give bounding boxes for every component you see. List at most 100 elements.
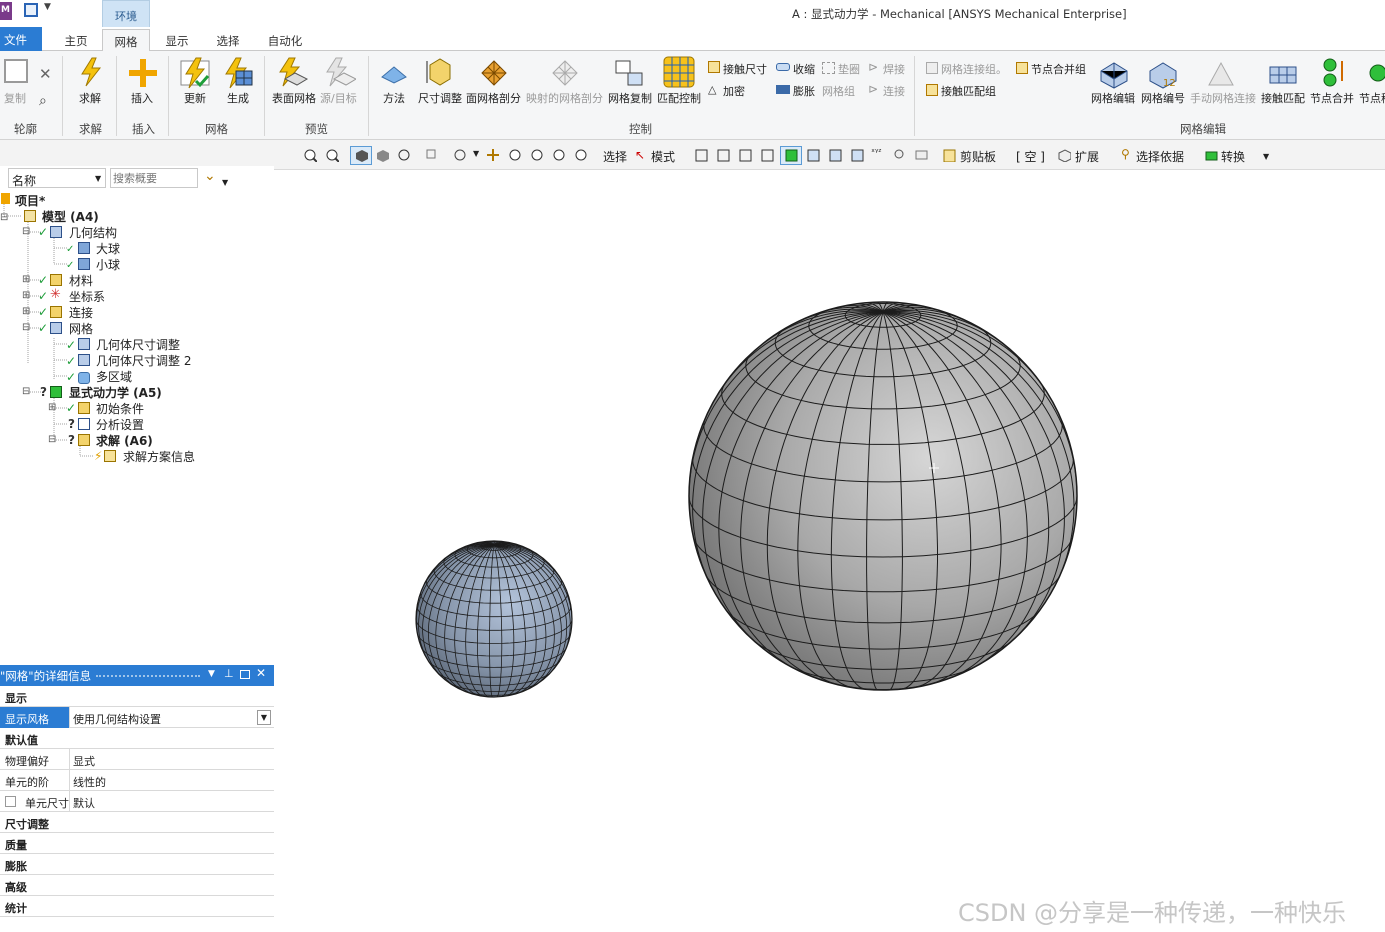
contact-match-button[interactable]: 接触匹配 [1261,90,1305,106]
details-section-defaults[interactable]: 默认值 [0,728,274,749]
contact-match-group-button[interactable]: 接触匹配组 [941,83,996,99]
select-mesh-icon[interactable] [807,149,820,162]
expand-icon[interactable]: ⊞ [22,290,30,301]
collapse-icon[interactable]: ⊟ [22,226,30,237]
inflation-button[interactable]: 膨胀 [793,83,815,99]
delete-icon[interactable]: ✕ [39,65,52,83]
search-icon[interactable]: ⌕ [39,93,47,109]
node-move-button[interactable]: 节点移 [1359,90,1385,106]
refresh-icon[interactable] [454,149,467,162]
mesh-copy-button[interactable]: 网格复制 [608,90,652,106]
tree-node-connections[interactable]: 连接 [69,304,93,321]
select-edge-icon[interactable] [717,149,730,162]
zoom-fit-icon[interactable] [509,149,522,162]
details-section-statistics[interactable]: 统计 [0,896,274,917]
chevron-down-icon[interactable]: ▼ [257,710,271,725]
tree-node-small-ball[interactable]: 小球 [96,256,120,273]
details-row-element-size[interactable]: 单元尺寸 默认 [0,791,274,812]
mesh-group-button[interactable]: 网格组 [822,83,855,99]
mesh-edit-button[interactable]: 网格编辑 [1091,90,1135,106]
tab-home[interactable]: 主页 [56,29,96,51]
mesh-connection-group-button[interactable]: 网格连接组。 [941,61,1007,77]
details-section-advanced[interactable]: 高级 [0,875,274,896]
magnifier-icon[interactable] [575,149,588,162]
xyz-icon[interactable]: ˣᵞᶻ [871,148,882,158]
tree-node-big-ball[interactable]: 大球 [96,240,120,257]
copy-button[interactable]: 复制 [4,90,26,106]
method-button[interactable]: 方法 [383,90,405,106]
insert-button[interactable]: 插入 [131,90,153,106]
box-select-icon[interactable] [426,149,439,162]
select-node-icon[interactable] [851,149,864,162]
source-target-button[interactable]: 源/目标 [320,90,357,106]
gasket-button[interactable]: 垫圈 [838,61,860,77]
save-icon[interactable] [24,3,38,17]
filter-dropdown-icon[interactable]: ▼ [222,178,228,187]
tree-node-materials[interactable]: 材料 [69,272,93,289]
element-size-checkbox[interactable] [5,796,16,807]
expand-icon[interactable]: ⊞ [22,306,30,317]
tab-automation[interactable]: 自动化 [262,29,308,51]
tree-node-multizone[interactable]: 多区域 [96,368,132,385]
mode-dropdown[interactable]: 模式 [651,148,675,165]
tree-node-explicit-dynamics[interactable]: 显式动力学 (A5) [69,384,162,401]
app-icon[interactable]: M [0,2,12,20]
search-options-chevron-icon[interactable]: ⌄ [204,168,216,184]
tree-node-coordinate-systems[interactable]: 坐标系 [69,288,105,305]
select-mesh-face-icon[interactable] [829,149,842,162]
search-outline-input[interactable] [110,168,198,188]
panel-drag-handle[interactable] [96,675,200,677]
shaded-view-icon[interactable] [376,149,389,162]
zoom-select-icon[interactable] [553,149,566,162]
small-ball-body[interactable] [415,540,573,698]
extend-dropdown[interactable]: 扩展 [1075,148,1099,165]
collapse-icon[interactable]: ⊟ [22,386,30,397]
tree-node-sizing-1[interactable]: 几何体尺寸调整 [96,336,180,353]
maximize-icon[interactable] [240,670,250,679]
convert-dropdown[interactable]: 转换 [1221,148,1245,165]
select-by-icon[interactable]: ⚲ [1121,147,1130,161]
tab-display[interactable]: 显示 [158,29,196,51]
mesh-numbering-button[interactable]: 网格编号 [1141,90,1185,106]
details-section-inflation[interactable]: 膨胀 [0,854,274,875]
zoom-out-icon[interactable] [326,149,339,162]
extend-icon[interactable] [1058,149,1071,162]
cursor-icon[interactable]: ↖ [635,148,645,162]
collapse-icon[interactable]: ⊟ [48,434,56,445]
sizing-button[interactable]: 尺寸调整 [418,90,462,106]
clipboard-dropdown[interactable]: 剪贴板 [960,148,996,165]
tree-node-analysis-settings[interactable]: 分析设置 [96,416,144,433]
details-section-quality[interactable]: 质量 [0,833,274,854]
details-section-sizing[interactable]: 尺寸调整 [0,812,274,833]
pan-icon[interactable] [487,149,500,162]
convert-icon[interactable] [1205,149,1218,162]
tree-node-solution[interactable]: 求解 (A6) [96,432,153,449]
expand-icon[interactable]: ⊞ [22,274,30,285]
select-body-icon[interactable] [761,149,774,162]
graphics-viewport[interactable] [278,170,1385,932]
toolbar-overflow-icon[interactable]: ▼ [1263,152,1269,161]
mesh-scene[interactable] [278,170,1385,932]
clipboard-icon[interactable] [943,149,956,162]
tree-node-solution-info[interactable]: 求解方案信息 [123,448,195,465]
label-icon[interactable] [915,149,928,162]
pinch-button[interactable]: 收缩 [793,61,815,77]
name-filter-select[interactable]: 名称 ▼ [8,168,106,188]
details-row-display-style[interactable]: 显示风格 使用几何结构设置 ▼ [0,707,274,728]
refinement-button[interactable]: 加密 [723,83,745,99]
face-meshing-button[interactable]: 面网格剖分 [466,90,521,106]
solid-view-icon[interactable] [355,149,368,162]
dropdown-icon[interactable]: ▼ [473,149,479,158]
zoom-box-icon[interactable] [531,149,544,162]
mapped-meshing-button[interactable]: 映射的网格剖分 [526,90,603,106]
rotate-icon[interactable] [398,149,411,162]
big-ball-body[interactable] [688,301,1078,691]
tab-mesh[interactable]: 网格 [102,29,150,52]
solve-button[interactable]: 求解 [79,90,101,106]
select-vertex-icon[interactable] [695,149,708,162]
pin-icon[interactable]: ⊥ [224,667,234,680]
select-face-icon[interactable] [739,149,752,162]
select-element-icon[interactable] [785,149,798,162]
details-row-physics-preference[interactable]: 物理偏好 显式 [0,749,274,770]
collapse-icon[interactable]: ⊟ [0,212,8,223]
